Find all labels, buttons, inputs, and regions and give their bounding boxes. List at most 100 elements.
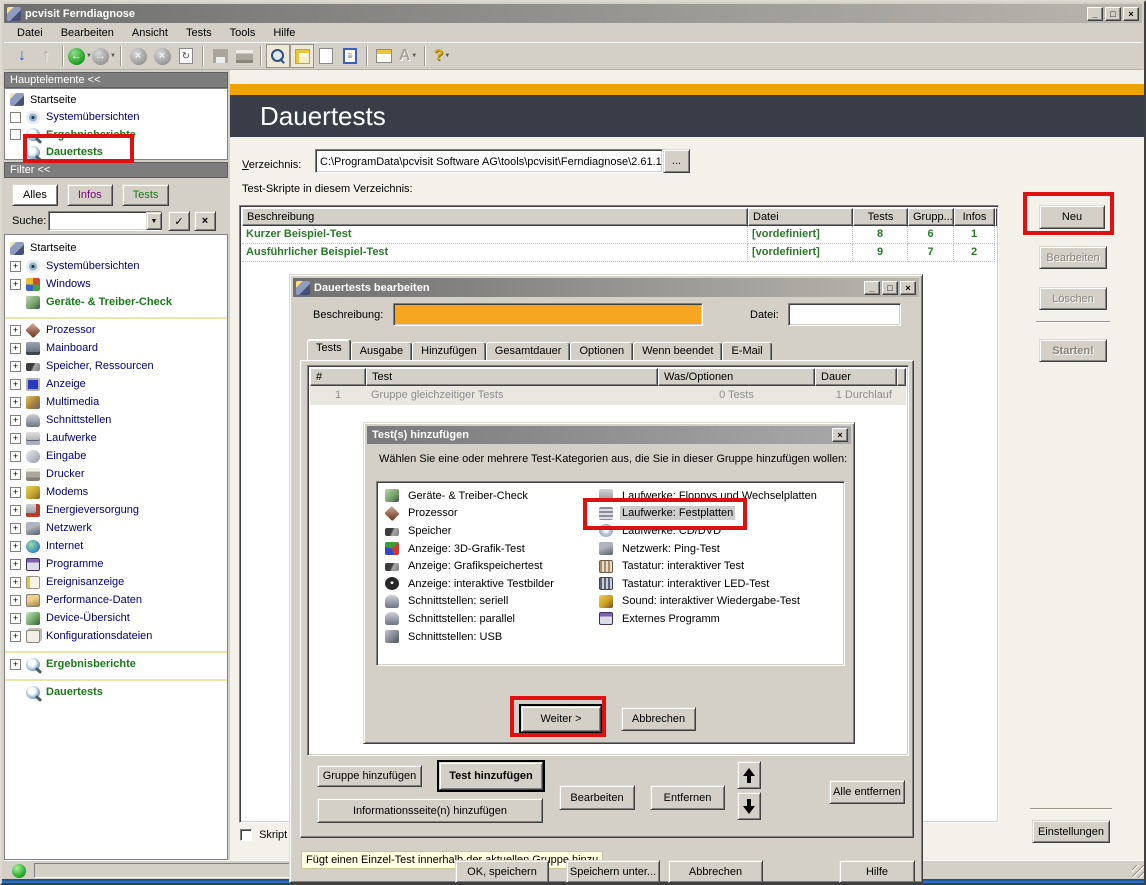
move-up-button[interactable] [737, 761, 761, 789]
refresh-button[interactable]: ↻ [174, 44, 198, 68]
tree-item[interactable]: +Eingabe [5, 447, 227, 465]
expand-box[interactable]: + [10, 397, 21, 408]
eintrag-bearbeiten-button[interactable]: Bearbeiten [559, 785, 635, 810]
test-category-item[interactable]: Anzeige: 3D-Grafik-Test [385, 540, 556, 558]
loeschen-button[interactable]: Löschen [1039, 287, 1107, 310]
test-category-item[interactable]: Schnittstellen: parallel [385, 610, 556, 628]
table-row[interactable]: 1Gruppe gleichzeitiger Tests0 Tests1 Dur… [310, 386, 906, 405]
menu-tests[interactable]: Tests [177, 25, 221, 41]
tab-e-mail[interactable]: E-Mail [722, 342, 771, 360]
report-view-button[interactable]: ≣ [338, 44, 362, 68]
expand-box[interactable]: + [10, 343, 21, 354]
directory-input[interactable]: C:\ProgramData\pcvisit Software AG\tools… [315, 149, 663, 173]
tree-item[interactable]: +Ereignisanzeige [5, 573, 227, 591]
menu-ansicht[interactable]: Ansicht [123, 25, 177, 41]
expand-box[interactable]: + [10, 631, 21, 642]
expand-box[interactable]: + [10, 433, 21, 444]
tab-ausgabe[interactable]: Ausgabe [351, 342, 412, 360]
tree-item[interactable]: +Internet [5, 537, 227, 555]
minimize-button[interactable]: _ [864, 281, 880, 295]
move-down-button[interactable] [737, 792, 761, 820]
test-category-item[interactable]: Tastatur: interaktiver LED-Test [599, 575, 819, 593]
tab-wenn-beendet[interactable]: Wenn beendet [633, 342, 722, 360]
minimize-button[interactable]: _ [1087, 7, 1103, 21]
add-dialog-title-bar[interactable]: Test(s) hinzufügen × [367, 426, 851, 444]
beschreibung-input[interactable] [393, 303, 703, 326]
starten-button[interactable]: Starten! [1039, 339, 1107, 362]
column-header[interactable]: Datei [748, 208, 853, 226]
menu-tools[interactable]: Tools [221, 25, 265, 41]
expand-box[interactable]: + [10, 361, 21, 372]
menu-hilfe[interactable]: Hilfe [264, 25, 304, 41]
tree-item[interactable]: +Energieversorgung [5, 501, 227, 519]
column-header[interactable]: Test [366, 368, 658, 386]
save-button[interactable] [208, 44, 232, 68]
expand-box[interactable]: + [10, 451, 21, 462]
search-clear-button[interactable]: × [194, 211, 216, 231]
test-category-item[interactable]: Prozessor [385, 505, 556, 523]
tree-item[interactable]: +Ergebnisberichte [5, 655, 227, 673]
bearbeiten-button[interactable]: Bearbeiten [1039, 246, 1107, 269]
einstellungen-button[interactable]: Einstellungen [1032, 820, 1110, 843]
expand-box[interactable]: + [10, 325, 21, 336]
tree-item[interactable]: +Schnittstellen [5, 411, 227, 429]
tree-item[interactable]: +Anzeige [5, 375, 227, 393]
test-category-item[interactable]: Geräte- & Treiber-Check [385, 487, 556, 505]
tree-item[interactable]: +Systemübersichten [5, 257, 227, 275]
datei-input[interactable] [788, 303, 901, 326]
browse-button[interactable]: ... [663, 149, 690, 173]
tree-item[interactable]: +Speicher, Ressourcen [5, 357, 227, 375]
expand-box[interactable]: + [10, 559, 21, 570]
tab-tests[interactable]: Tests [307, 339, 351, 360]
expand-box[interactable]: + [10, 659, 21, 670]
stop-all-button[interactable]: × [150, 44, 174, 68]
tree-item[interactable]: +Device-Übersicht [5, 609, 227, 627]
expand-box[interactable]: + [10, 523, 21, 534]
column-header[interactable]: Beschreibung [242, 208, 748, 226]
close-button[interactable]: × [1123, 7, 1139, 21]
informationsseiten-hinzufuegen-button[interactable]: Informationsseite(n) hinzufügen [317, 798, 543, 823]
expand-box[interactable] [10, 112, 21, 123]
search-input[interactable] [48, 211, 162, 231]
dropdown-caret-icon[interactable]: ▼ [444, 53, 450, 59]
maximize-button[interactable]: □ [882, 281, 898, 295]
tree-item[interactable]: +Mainboard [5, 339, 227, 357]
tree-item[interactable]: +Performance-Daten [5, 591, 227, 609]
menu-bearbeiten[interactable]: Bearbeiten [52, 25, 123, 41]
resize-grip[interactable] [1132, 865, 1145, 878]
tree-item[interactable]: +Multimedia [5, 393, 227, 411]
test-category-item[interactable]: Anzeige: interaktive Testbilder [385, 575, 556, 593]
filter-tab-tests[interactable]: Tests [122, 184, 170, 206]
expand-box[interactable]: + [10, 469, 21, 480]
filter-tab-infos[interactable]: Infos [67, 184, 113, 206]
filter-tab-alles[interactable]: Alles [12, 184, 58, 206]
tree-item[interactable]: Systemübersichten [5, 109, 227, 127]
title-bar[interactable]: pcvisit Ferndiagnose _□× [4, 4, 1142, 23]
column-header[interactable]: Was/Optionen [658, 368, 815, 386]
forward-button[interactable]: →▼ [92, 44, 116, 68]
tab-optionen[interactable]: Optionen [570, 342, 633, 360]
alle-entfernen-button[interactable]: Alle entfernen [829, 780, 905, 804]
tree-item[interactable]: +Laufwerke [5, 429, 227, 447]
tree-item[interactable]: Geräte- & Treiber-Check [5, 293, 227, 311]
upload-button[interactable]: ↑ [34, 44, 58, 68]
dialog-abbrechen-button[interactable]: Abbrechen [668, 860, 763, 883]
treeview-button[interactable] [290, 44, 314, 68]
tree-item[interactable]: +Netzwerk [5, 519, 227, 537]
sidebar-header-filter[interactable]: Filter << [4, 162, 228, 178]
ok-speichern-button[interactable]: OK, speichern [455, 860, 549, 883]
tree-item[interactable]: +Drucker [5, 465, 227, 483]
column-header[interactable]: Dauer [815, 368, 897, 386]
close-button[interactable]: × [900, 281, 916, 295]
test-category-item[interactable]: Anzeige: Grafikspeichertest [385, 557, 556, 575]
expand-box[interactable]: + [10, 613, 21, 624]
tree-item[interactable]: +Modems [5, 483, 227, 501]
table-row[interactable]: Ausführlicher Beispiel-Test[vordefiniert… [242, 244, 996, 262]
expand-box[interactable]: + [10, 261, 21, 272]
download-button[interactable]: ↓ [10, 44, 34, 68]
hilfe-button[interactable]: Hilfe [839, 860, 915, 883]
test-hinzufuegen-button[interactable]: Test hinzufügen [439, 762, 543, 790]
tree-item[interactable]: +Windows [5, 275, 227, 293]
properties-button[interactable] [372, 44, 396, 68]
close-button[interactable]: × [832, 428, 848, 442]
